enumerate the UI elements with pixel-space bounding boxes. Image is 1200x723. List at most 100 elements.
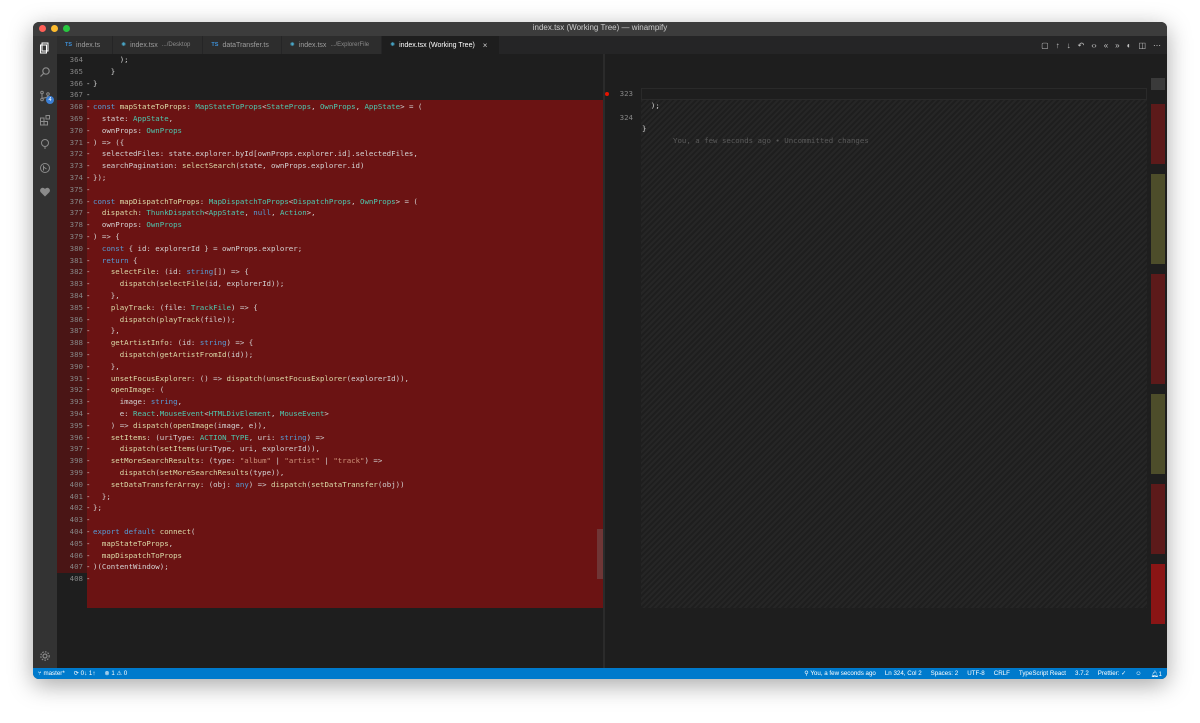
tab-label: index.tsx (Working Tree) [399,41,475,49]
sync-indicator[interactable]: ⟳ 0↓ 1↑ [74,670,96,677]
indentation[interactable]: Spaces: 2 [931,670,959,677]
tab-index-ts[interactable]: TS index.ts [57,36,114,54]
code-text: return { [101,255,138,265]
line-number: 404 [69,527,83,536]
diff-original-pane[interactable]: 364 ); 365 } 366-} 367-368- const mapStateTo… [57,54,603,668]
code-text: ) => ({ [93,137,125,147]
heart-icon[interactable] [33,182,57,202]
line-number: 393 [69,397,83,407]
vscode-window: index.tsx (Working Tree) — winampify 4 T… [33,22,1167,679]
line-number: 399 [69,468,83,477]
code-line: 383- dispatch(selectFile(id, explorerId)… [57,278,603,290]
minimap-mark [1151,78,1165,90]
code-text: } [642,124,647,134]
code-text: setDataTransferArray: (obj: any) => disp… [110,479,405,489]
problems-indicator[interactable]: ⊗ 1 ⚠ 0 [104,670,127,677]
explorer-icon[interactable] [33,38,57,58]
diff-modified-pane[interactable]: 323 ); 324 } You, a few seconds ago • Un… [605,54,1167,668]
diff-marker: - [86,279,91,289]
diff-marker: - [86,302,91,312]
code-text: }; [93,503,102,513]
line-number: 373 [69,161,83,171]
tab-datatransfer-ts[interactable]: TS dataTransfer.ts [203,36,282,54]
code-line: 388- getArtistInfo: (id: string) => { [57,337,603,349]
code-line: 324 } You, a few seconds ago • Uncommitt… [605,88,1167,145]
breakpoint-dot-icon[interactable] [605,92,609,96]
code-line: 379-) => { [57,231,603,243]
line-number: 389 [69,350,83,359]
open-file-icon[interactable]: ▢ [1041,41,1049,50]
line-number: 387 [69,326,83,336]
prettier-status[interactable]: Prettier: ✓ [1098,670,1127,677]
tab-label: index.ts [76,41,101,49]
code-text: selectedFiles: state.explorer.byId[ownPr… [93,149,418,159]
diff-marker: - [86,267,91,277]
diff-marker: - [86,196,91,206]
git-graph-icon[interactable] [33,158,57,178]
tab-index-tsx-explorerfile[interactable]: ⚛ index.tsx .../ExplorerFile [281,36,383,54]
gitlens-icon[interactable] [33,134,57,154]
line-number: 390 [69,361,83,371]
code-line: 405- mapStateToProps, [57,538,603,550]
code-text: const { id: explorerId } = ownProps.expl… [101,243,303,253]
diff-marker: - [86,90,91,100]
branch-name: master* [43,670,65,677]
compare-forward-icon[interactable]: » [1115,41,1119,50]
code-text: setItems: (uriType: ACTION_TYPE, uri: st… [110,432,325,442]
overview-ruler[interactable] [1149,54,1167,668]
compare-back-icon[interactable]: « [1104,41,1108,50]
code-line: 402-}; [57,502,603,514]
line-number: 365 [69,66,83,76]
language-mode[interactable]: TypeScript React [1019,670,1066,677]
more-actions-icon[interactable]: ⋯ [1153,41,1161,50]
tab-description: .../ExplorerFile [330,42,370,48]
code-line: 389- dispatch(getArtistFromId(id)); [57,349,603,361]
diff-marker: - [86,479,91,489]
line-number: 366 [69,78,83,88]
status-bar: ⑂ master* ⟳ 0↓ 1↑ ⊗ 1 ⚠ 0 ⚲ You, a few s… [33,668,1167,679]
minimap-mark [1151,564,1165,624]
encoding[interactable]: UTF-8 [967,670,985,677]
line-number: 374 [69,173,83,182]
cursor-position[interactable]: Ln 324, Col 2 [885,670,922,677]
diff-marker: - [86,397,91,407]
diff-marker: - [86,574,91,584]
diff-marker: - [86,373,91,383]
code-line: 398- setMoreSearchResults: (type: "album… [57,455,603,467]
line-endings[interactable]: CRLF [994,670,1010,677]
split-editor-icon[interactable]: ◫ [1138,41,1146,50]
gear-icon[interactable] [33,646,57,666]
notifications-icon[interactable]: 🔔︎1 [1151,670,1162,678]
line-number: 383 [69,279,83,289]
arrow-up-icon[interactable]: ↑ [1056,41,1060,50]
line-number: 372 [69,149,83,159]
code-line: 366-} [57,78,603,90]
line-number: 378 [69,220,83,230]
tab-index-tsx-working-tree[interactable]: ⚛ index.tsx (Working Tree) × [382,36,501,54]
code-line: 378- ownProps: OwnProps [57,219,603,231]
line-number: 368 [69,102,83,112]
close-tab-icon[interactable]: × [483,41,488,50]
arrow-down-icon[interactable]: ↓ [1067,41,1071,50]
typescript-version[interactable]: 3.7.2 [1075,670,1089,677]
source-control-icon[interactable]: 4 [33,86,57,106]
line-number: 391 [69,373,83,383]
feedback-icon[interactable]: ☺ [1135,670,1141,677]
react-file-icon: ⚛ [390,42,396,48]
extensions-icon[interactable] [33,110,57,130]
line-number: 381 [69,255,83,265]
blame-status[interactable]: ⚲ You, a few seconds ago [804,670,876,677]
code-line: 374-}); [57,172,603,184]
diff-marker: - [86,468,91,477]
code-text: state: AppState, [93,114,174,123]
code-text: } [93,78,98,88]
branch-indicator[interactable]: ⑂ master* [38,670,65,677]
toggle-inline-icon[interactable]: ◐ [1127,41,1132,50]
search-icon[interactable] [33,62,57,82]
typescript-file-icon: TS [211,42,219,48]
tab-index-tsx-desktop[interactable]: ⚛ index.tsx .../Desktop [113,36,204,54]
tab-bar: TS index.ts ⚛ index.tsx .../Desktop TS d… [57,36,1167,54]
compare-previous-icon[interactable]: ‹› [1091,41,1096,50]
code-line: 380- const { id: explorerId } = ownProps… [57,243,603,255]
revert-icon[interactable]: ↶ [1078,41,1085,50]
